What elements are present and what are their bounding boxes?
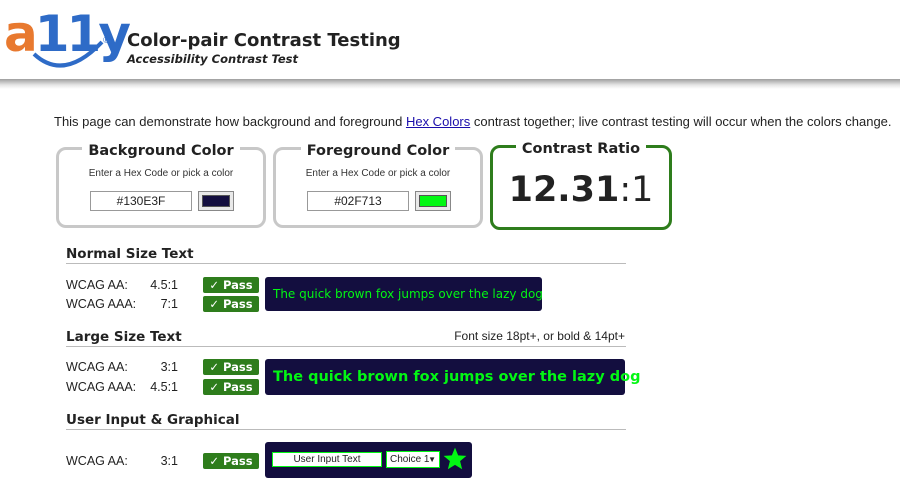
required-ratio: 3:1: [160, 360, 178, 374]
ratio-separator: :: [619, 170, 632, 210]
ratio-number: 12.31: [508, 170, 620, 210]
pass-badge: ✓ Pass: [203, 359, 259, 375]
hex-colors-link[interactable]: Hex Colors: [406, 114, 470, 129]
sample-text-input[interactable]: User Input Text: [272, 452, 382, 467]
required-ratio: 3:1: [160, 454, 178, 468]
large-text-section-title: Large Size Text: [66, 329, 182, 345]
required-ratio: 7:1: [160, 297, 178, 311]
large-text-sample: The quick brown fox jumps over the lazy …: [265, 359, 640, 395]
sample-select-value: Choice 1: [390, 454, 430, 465]
foreground-color-hint: Enter a Hex Code or pick a color: [305, 168, 451, 179]
foreground-color-picker[interactable]: [415, 191, 451, 211]
foreground-swatch: [419, 195, 447, 207]
header-shadow: [0, 79, 900, 89]
graphical-sample: User Input Text Choice 1 ▼: [265, 442, 472, 478]
normal-text-sample: The quick brown fox jumps over the lazy …: [265, 277, 543, 311]
intro-text: This page can demonstrate how background…: [54, 114, 892, 129]
normal-text-section-title: Normal Size Text: [66, 246, 194, 262]
page-subtitle: Accessibility Contrast Test: [127, 52, 298, 66]
background-color-hint: Enter a Hex Code or pick a color: [88, 168, 234, 179]
foreground-color-title: Foreground Color: [300, 143, 456, 159]
section-divider: [66, 429, 626, 430]
star-icon: [443, 447, 467, 470]
contrast-ratio-title: Contrast Ratio: [515, 141, 647, 157]
ratio-denominator: 1: [631, 170, 654, 210]
required-ratio: 4.5:1: [150, 278, 178, 292]
foreground-color-panel: Foreground Color Enter a Hex Code or pic…: [273, 143, 483, 228]
graphical-section-title: User Input & Graphical: [66, 412, 240, 428]
contrast-ratio-value: 12.31:1: [493, 170, 669, 210]
a11y-logo[interactable]: a11y ®: [4, 2, 131, 72]
pass-badge: ✓ Pass: [203, 453, 259, 469]
foreground-hex-input[interactable]: [307, 191, 409, 211]
background-color-title: Background Color: [82, 143, 240, 159]
background-hex-input[interactable]: [90, 191, 192, 211]
background-swatch: [202, 195, 230, 207]
registered-mark: ®: [102, 36, 111, 46]
required-ratio: 4.5:1: [150, 380, 178, 394]
logo-text: a11y: [4, 5, 131, 63]
header: a11y ® Color-pair Contrast Testing Acces…: [0, 0, 900, 80]
section-divider: [66, 263, 626, 264]
pass-badge: ✓ Pass: [203, 296, 259, 312]
background-color-picker[interactable]: [198, 191, 234, 211]
page-title: Color-pair Contrast Testing: [127, 30, 401, 51]
chevron-down-icon: ▼: [428, 455, 436, 464]
background-color-panel: Background Color Enter a Hex Code or pic…: [56, 143, 266, 228]
pass-badge: ✓ Pass: [203, 277, 259, 293]
contrast-ratio-panel: Contrast Ratio 12.31:1: [490, 141, 672, 230]
large-text-note: Font size 18pt+, or bold & 14pt+: [454, 329, 625, 343]
sample-select[interactable]: Choice 1 ▼: [386, 451, 440, 468]
pass-badge: ✓ Pass: [203, 379, 259, 395]
section-divider: [66, 346, 626, 347]
